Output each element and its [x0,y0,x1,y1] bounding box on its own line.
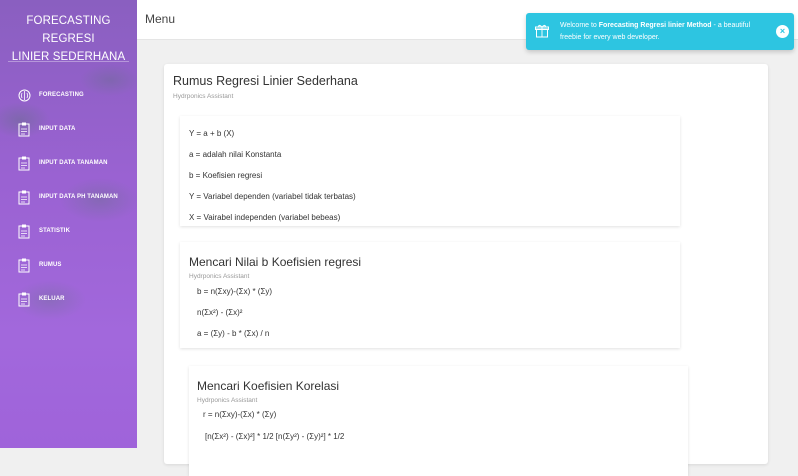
definitions-box: Y = a + b (X) a = adalah nilai Konstanta… [180,116,680,226]
sidebar: FORECASTING REGRESI LINIER SEDERHANA FOR… [0,0,137,448]
sidebar-item-label: INPUT DATA TANAMAN [39,160,108,166]
sidebar-item-label: RUMUS [39,262,62,268]
sidebar-item-label: INPUT DATA [39,126,76,132]
correlation-box: Mencari Koefisien Korelasi Hydrponics As… [189,366,688,476]
clipboard-icon [17,189,31,205]
brand-line-2: LINIER SEDERHANA [11,51,126,63]
sidebar-nav: FORECASTING INPUT DATA INPUT DATA TANAMA… [0,78,137,316]
definition-line: Y = a + b (X) [189,129,235,138]
sidebar-item-label: STATISTIK [39,228,71,234]
card-subtitle: Hydrponics Assistant [173,93,234,100]
clipboard-icon [17,223,31,239]
sidebar-item-forecasting[interactable]: FORECASTING [0,78,137,112]
brand-line-1: FORECASTING REGRESI [26,15,111,45]
section-subtitle: Hydrponics Assistant [197,397,258,404]
formula-card: Rumus Regresi Linier Sederhana Hydrponic… [164,64,768,476]
notification-prefix: Welcome to [560,22,599,29]
brain-icon [17,87,31,103]
sidebar-item-keluar[interactable]: KELUAR [0,282,137,316]
definition-line: X = Vairabel independen (variabel bebeas… [189,213,341,222]
page-scrollbar[interactable] [790,40,798,448]
sidebar-item-rumus[interactable]: RUMUS [0,248,137,282]
section-title: Mencari Nilai b Koefisien regresi [189,255,362,269]
sidebar-item-label: INPUT DATA PH TANAMAN [39,194,118,200]
clipboard-icon [17,257,31,273]
notification-highlight: Forecasting Regresi linier Method [598,22,712,29]
welcome-notification: Welcome to Forecasting Regresi linier Me… [526,13,794,50]
formula-line: r = n(Σxy)-(Σx) * (Σy) [203,410,277,419]
sidebar-item-input-data-ph-tanaman[interactable]: INPUT DATA PH TANAMAN [0,180,137,214]
formula-line: [n(Σx²) - (Σx)²] * 1/2 [n(Σy²) - (Σy)²] … [205,432,345,441]
sidebar-item-label: FORECASTING [39,92,84,98]
formula-line: a = (Σy) - b * (Σx) / n [197,329,270,338]
sidebar-item-label: KELUAR [39,296,65,302]
brand-logo[interactable]: FORECASTING REGRESI LINIER SEDERHANA [8,0,129,63]
definition-line: a = adalah nilai Konstanta [189,150,282,159]
gift-icon [535,24,549,38]
formula-line: b = n(Σxy)-(Σx) * (Σy) [197,287,273,296]
notification-message: Welcome to Forecasting Regresi linier Me… [560,20,770,44]
sidebar-item-input-data-tanaman[interactable]: INPUT DATA TANAMAN [0,146,137,180]
section-title: Mencari Koefisien Korelasi [197,379,340,393]
formula-line: n(Σx²) - (Σx)² [197,308,243,317]
clipboard-icon [17,155,31,171]
sidebar-item-input-data[interactable]: INPUT DATA [0,112,137,146]
definition-line: Y = Variabel dependen (variabel tidak te… [189,192,356,201]
close-icon[interactable]: × [776,25,789,38]
menu-toggle[interactable]: Menu [145,12,175,26]
section-subtitle: Hydrponics Assistant [189,273,250,280]
clipboard-icon [17,291,31,307]
definition-line: b = Koefisien regresi [189,171,263,180]
clipboard-icon [17,121,31,137]
card-title: Rumus Regresi Linier Sederhana [173,74,358,88]
coefficient-b-box: Mencari Nilai b Koefisien regresi Hydrpo… [180,242,680,348]
sidebar-item-statistik[interactable]: STATISTIK [0,214,137,248]
